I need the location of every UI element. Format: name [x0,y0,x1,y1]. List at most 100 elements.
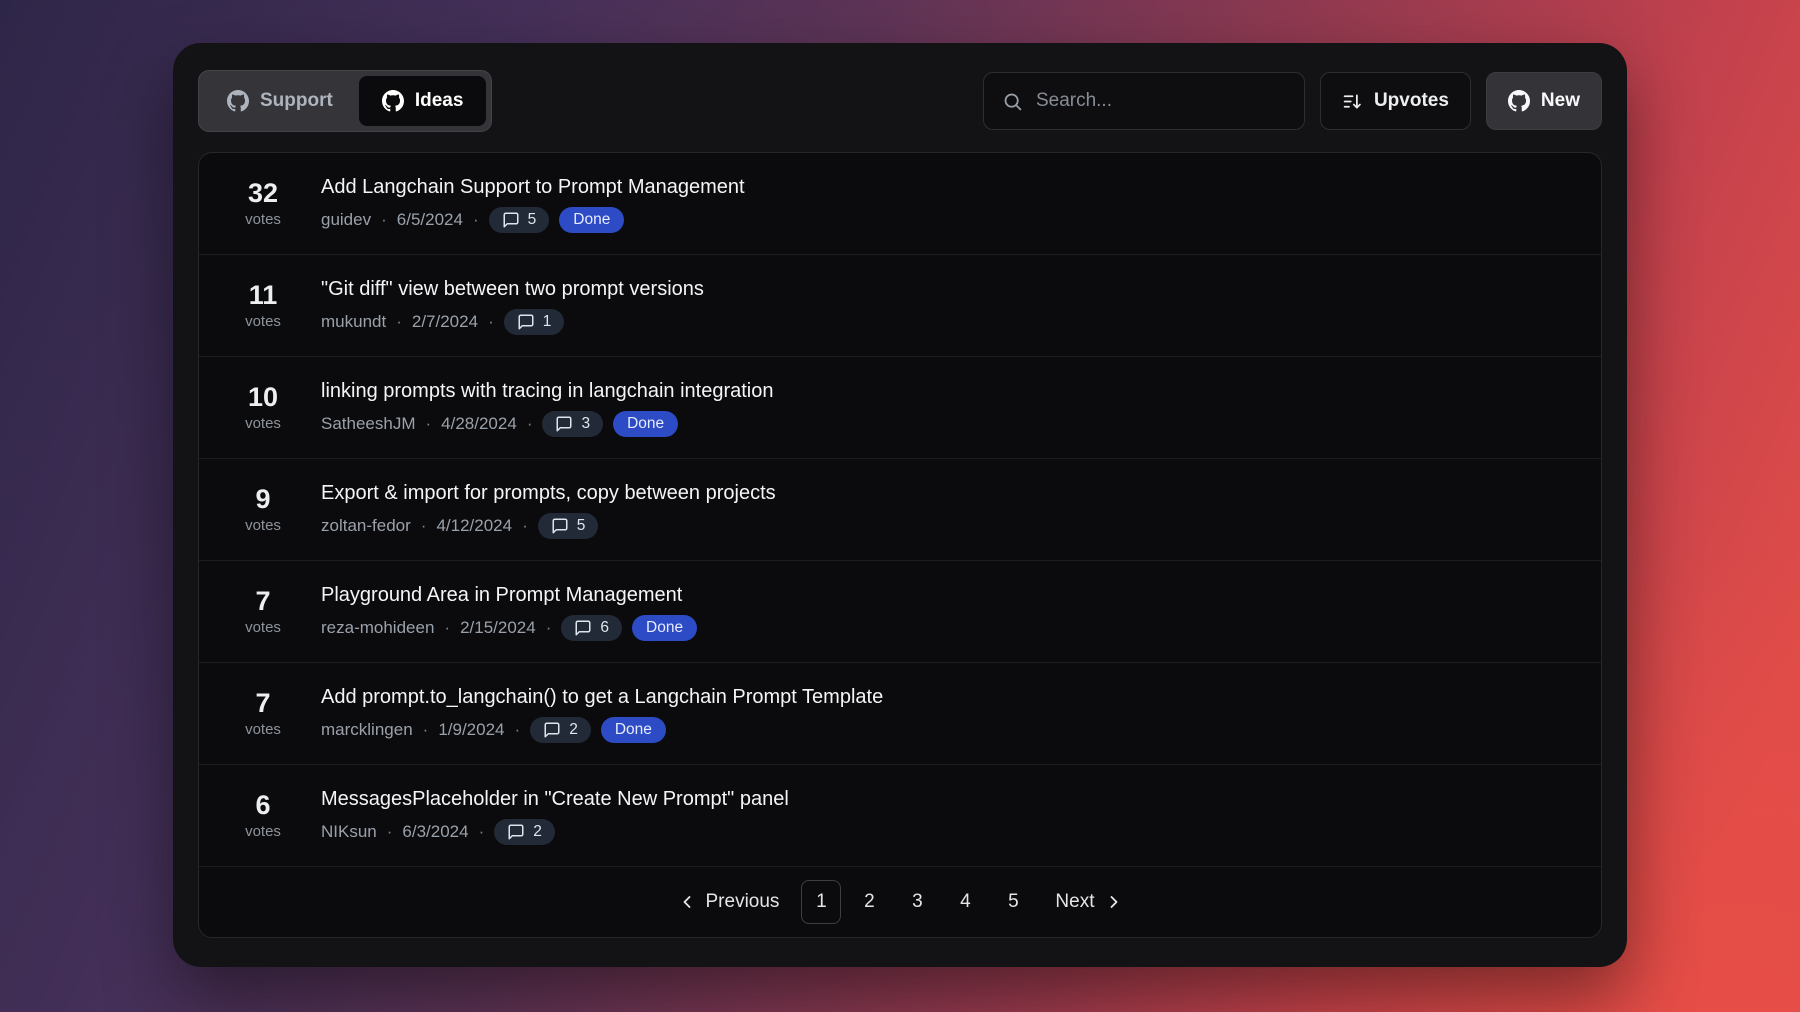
comment-bubble-icon [551,517,569,535]
idea-meta: zoltan-fedor · 4/12/2024 · 5 Done [321,513,776,539]
comment-bubble-icon [574,619,592,637]
tab-ideas[interactable]: Ideas [359,76,487,126]
done-badge: Done [559,207,624,233]
idea-date: 6/3/2024 [402,822,468,842]
meta-separator: · [515,720,521,740]
previous-page-button[interactable]: Previous [663,891,794,913]
comment-count-pill[interactable]: 6 [561,615,622,641]
idea-title[interactable]: linking prompts with tracing in langchai… [321,379,773,403]
idea-content: Add Langchain Support to Prompt Manageme… [321,175,745,233]
next-page-label: Next [1055,891,1094,913]
idea-author: NIKsun [321,822,377,842]
idea-content: Playground Area in Prompt Management rez… [321,583,697,641]
next-page-button[interactable]: Next [1041,891,1137,913]
done-badge: Done [613,411,678,437]
meta-separator: · [444,618,450,638]
idea-date: 1/9/2024 [438,720,504,740]
page-2[interactable]: 2 [849,880,889,924]
meta-separator: · [426,414,432,434]
sort-upvotes-button[interactable]: Upvotes [1320,72,1471,130]
page-3[interactable]: 3 [897,880,937,924]
comment-bubble-icon [517,313,535,331]
idea-row[interactable]: 10 votes linking prompts with tracing in… [199,357,1601,459]
comment-bubble-icon [543,721,561,739]
idea-title[interactable]: Playground Area in Prompt Management [321,583,697,607]
comment-count-pill[interactable]: 5 [538,513,599,539]
idea-date: 6/5/2024 [397,210,463,230]
new-idea-button[interactable]: New [1486,72,1602,130]
meta-separator: · [479,822,485,842]
idea-row[interactable]: 7 votes Add prompt.to_langchain() to get… [199,663,1601,765]
comment-count: 5 [577,517,586,535]
meta-separator: · [473,210,479,230]
vote-count: 6 [221,791,305,821]
comment-count-pill[interactable]: 1 [504,309,565,335]
idea-author: mukundt [321,312,386,332]
votes-column: 9 votes [221,485,305,535]
votes-label: votes [221,415,305,432]
idea-content: Add prompt.to_langchain() to get a Langc… [321,685,883,743]
header: Support Ideas Search... Upvotes [198,70,1602,132]
meta-separator: · [522,516,528,536]
idea-content: linking prompts with tracing in langchai… [321,379,773,437]
votes-label: votes [221,313,305,330]
votes-column: 10 votes [221,383,305,433]
idea-content: MessagesPlaceholder in "Create New Promp… [321,787,789,845]
comment-bubble-icon [507,823,525,841]
chevron-left-icon [677,892,697,912]
idea-title[interactable]: Export & import for prompts, copy betwee… [321,481,776,505]
idea-meta: mukundt · 2/7/2024 · 1 Done [321,309,704,335]
idea-row[interactable]: 7 votes Playground Area in Prompt Manage… [199,561,1601,663]
idea-row[interactable]: 11 votes "Git diff" view between two pro… [199,255,1601,357]
idea-row[interactable]: 9 votes Export & import for prompts, cop… [199,459,1601,561]
vote-count: 10 [221,383,305,413]
votes-column: 7 votes [221,587,305,637]
comment-count-pill[interactable]: 2 [530,717,591,743]
idea-author: marcklingen [321,720,413,740]
page-4[interactable]: 4 [945,880,985,924]
meta-separator: · [423,720,429,740]
search-input[interactable]: Search... [983,72,1305,130]
comment-count-pill[interactable]: 5 [489,207,550,233]
page-5[interactable]: 5 [993,880,1033,924]
vote-count: 7 [221,587,305,617]
votes-label: votes [221,211,305,228]
idea-row[interactable]: 32 votes Add Langchain Support to Prompt… [199,153,1601,255]
new-idea-label: New [1541,90,1580,112]
idea-row[interactable]: 6 votes MessagesPlaceholder in "Create N… [199,765,1601,867]
chevron-right-icon [1104,892,1124,912]
idea-title[interactable]: Add Langchain Support to Prompt Manageme… [321,175,745,199]
feedback-board-card: Support Ideas Search... Upvotes [173,43,1627,967]
pagination: Previous 1 2 3 4 5 Next [199,867,1601,937]
comment-count: 3 [581,415,590,433]
idea-title[interactable]: MessagesPlaceholder in "Create New Promp… [321,787,789,811]
meta-separator: · [381,210,387,230]
idea-author: reza-mohideen [321,618,434,638]
tab-support-label: Support [260,90,333,112]
meta-separator: · [387,822,393,842]
idea-meta: SatheeshJM · 4/28/2024 · 3 Done [321,411,773,437]
idea-title[interactable]: Add prompt.to_langchain() to get a Langc… [321,685,883,709]
meta-separator: · [546,618,552,638]
sort-descending-icon [1342,91,1363,112]
votes-column: 11 votes [221,281,305,331]
idea-title[interactable]: "Git diff" view between two prompt versi… [321,277,704,301]
idea-date: 4/28/2024 [441,414,517,434]
vote-count: 7 [221,689,305,719]
done-badge: Done [632,615,697,641]
comment-count-pill[interactable]: 2 [494,819,555,845]
header-actions: Search... Upvotes New [983,72,1602,130]
comment-count-pill[interactable]: 3 [542,411,603,437]
comment-count: 1 [543,313,552,331]
idea-content: "Git diff" view between two prompt versi… [321,277,704,335]
idea-author: SatheeshJM [321,414,416,434]
votes-column: 7 votes [221,689,305,739]
tab-support[interactable]: Support [204,76,356,126]
idea-author: guidev [321,210,371,230]
idea-list: 32 votes Add Langchain Support to Prompt… [198,152,1602,938]
tab-ideas-label: Ideas [415,90,464,112]
sort-upvotes-label: Upvotes [1374,90,1449,112]
idea-author: zoltan-fedor [321,516,411,536]
page-1[interactable]: 1 [801,880,841,924]
comment-count: 6 [600,619,609,637]
